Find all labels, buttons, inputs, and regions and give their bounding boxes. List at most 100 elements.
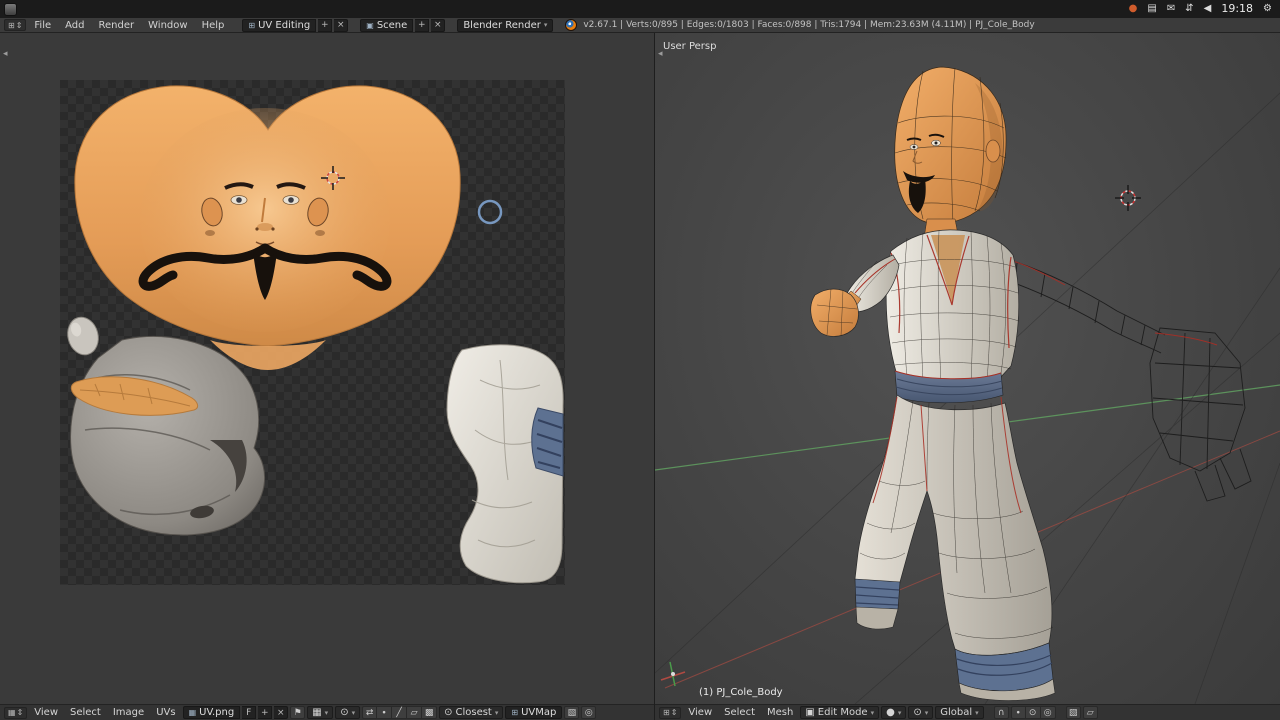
pivot-point-dropdown[interactable]: ⊙ ▾ [908,706,934,719]
unlink-image-button[interactable]: × [274,706,289,719]
display-channels-dropdown[interactable]: ▦ ▾ [307,706,334,719]
status-indicator-icon[interactable]: ● [1129,0,1138,18]
uv-menu-image[interactable]: Image [108,705,149,720]
viewport-shading-dropdown[interactable]: ● ▾ [881,706,907,719]
uv-island-ring [477,199,503,225]
blender-window: ● ▤ ✉ ⇵ ◀ 19:18 ⚙ ⊞ ⇕ File Add Render Wi… [0,0,1280,720]
uv-menu-select[interactable]: Select [65,705,106,720]
chevron-down-icon: ▾ [351,708,356,717]
delete-screen-layout-button[interactable]: × [334,18,349,32]
uv-island-select-button[interactable]: ▩ [422,706,438,719]
left-boot [854,578,901,630]
vp-menu-view[interactable]: View [683,705,717,720]
image-icon: ▦ [312,706,322,718]
render-animation-button[interactable]: ▱ [1082,706,1098,719]
menu-help[interactable]: Help [196,18,231,32]
uv-editor-type-selector[interactable]: ▦ ⇕ [4,706,28,719]
uv-island-shirt [446,344,564,584]
sticky-mode-label: Closest [455,706,492,718]
screen-icon: ⊞ [248,20,256,30]
scene-name: Scene [376,19,408,31]
snap-vertex-button[interactable]: ∙ [1010,706,1026,719]
screen-layout-selector[interactable]: ⊞ UV Editing [242,18,317,32]
clock[interactable]: 19:18 [1221,0,1253,18]
uv-vertex-select-button[interactable]: ∙ [377,706,393,719]
uv-map-selector[interactable]: ⊞ UVMap [505,706,563,719]
pin-image-button[interactable]: ⚑ [290,706,306,719]
scene-icon: ▣ [366,20,374,30]
sticky-selection-dropdown[interactable]: ⊙ Closest ▾ [439,706,504,719]
mail-indicator-icon[interactable]: ✉ [1167,0,1175,18]
proportional-edit-button[interactable]: ◎ [1040,706,1056,719]
uv-map-icon: ⊞ [511,707,519,717]
mode-dropdown[interactable]: ▣ Edit Mode ▾ [800,706,880,719]
uv-menu-uvs[interactable]: UVs [151,705,180,720]
draw-other-objects-button[interactable]: ◎ [581,706,597,719]
vp-menu-select[interactable]: Select [719,705,760,720]
updown-icon: ⇕ [15,20,23,30]
menu-add[interactable]: Add [59,18,90,32]
uv-face-select-button[interactable]: ▱ [407,706,423,719]
snap-target-button[interactable]: ⊙ [1025,706,1041,719]
menu-window[interactable]: Window [142,18,193,32]
system-tray: ● ▤ ✉ ⇵ ◀ 19:18 ⚙ [1129,0,1272,18]
app-icon[interactable] [4,2,17,16]
uv-edge-select-button[interactable]: ╱ [392,706,408,719]
chevron-down-icon: ▾ [897,708,902,717]
uv-canvas[interactable]: ◂ [0,33,654,704]
delete-scene-button[interactable]: × [431,18,446,32]
add-scene-button[interactable]: + [415,18,430,32]
image-icon: ▦ [188,707,197,717]
scene-statistics: v2.67.1 | Verts:0/895 | Edges:0/1803 | F… [583,19,1035,30]
fake-user-button[interactable]: F [242,706,257,719]
info-header: ⊞ ⇕ File Add Render Window Help ⊞ UV Edi… [0,18,1280,33]
chevron-down-icon: ▾ [543,20,548,29]
viewport-canvas[interactable]: ◂ User Persp (1) PJ_Cole_Body [655,33,1280,704]
volume-indicator-icon[interactable]: ◀ [1204,0,1212,18]
new-image-button[interactable]: + [258,706,273,719]
uv-sync-selection-button[interactable]: ⇄ [362,706,378,719]
active-object-label: (1) PJ_Cole_Body [699,687,783,698]
scene-selector[interactable]: ▣ Scene [360,18,414,32]
network-indicator-icon[interactable]: ⇵ [1185,0,1193,18]
viewport-editor-type-selector[interactable]: ⊞ ⇕ [659,706,682,719]
uv-island-egg [67,316,99,356]
uv-island-head [74,85,461,370]
transform-orientation-dropdown[interactable]: Global ▾ [935,706,984,719]
mini-axis-gizmo [660,661,686,687]
updown-icon: ⇕ [670,707,678,717]
viewport-scene [655,66,1280,704]
normalized-coords-button[interactable]: ▧ [564,706,580,719]
blender-logo [565,19,578,31]
snap-magnet-button[interactable]: ∩ [993,706,1009,719]
add-screen-layout-button[interactable]: + [318,18,333,32]
editor-type-selector[interactable]: ⊞ ⇕ [4,19,27,31]
view-name-label: User Persp [663,41,717,52]
viewport-3d-area: ◂ User Persp (1) PJ_Cole_Body ⊞ ⇕ View S… [655,33,1280,720]
region-toggle-arrow-icon[interactable]: ◂ [3,49,8,59]
uv-island-vest [70,335,266,536]
chevron-down-icon: ▾ [494,708,499,717]
screen-layout-name: UV Editing [258,19,311,31]
uv-menu-view[interactable]: View [29,705,63,720]
render-engine-selector[interactable]: Blender Render ▾ [457,18,554,32]
torso [885,229,1020,385]
render-opengl-button[interactable]: ▧ [1065,706,1081,719]
chevron-down-icon: ▾ [870,708,875,717]
image-editor-icon: ▦ [8,707,16,717]
chevron-down-icon: ▾ [324,708,329,717]
mode-label: Edit Mode [817,706,868,718]
uv-image-editor-area: ◂ ▦ ⇕ View Select Image UVs ▦ UV.png F +… [0,33,655,720]
image-datablock-selector[interactable]: ▦ UV.png [182,706,241,719]
uv-pivot-dropdown[interactable]: ⊙ ▾ [335,706,361,719]
session-menu-icon[interactable]: ⚙ [1263,0,1272,18]
menu-render[interactable]: Render [93,18,141,32]
menu-file[interactable]: File [28,18,57,32]
keyboard-indicator-icon[interactable]: ▤ [1147,0,1156,18]
3d-view-icon: ⊞ [663,707,670,717]
uv-editor-header: ▦ ⇕ View Select Image UVs ▦ UV.png F + ×… [0,704,654,720]
snap-target-icon: ⊙ [444,706,453,718]
uv-map-name: UVMap [521,706,557,718]
orientation-label: Global [940,706,973,718]
vp-menu-mesh[interactable]: Mesh [762,705,798,720]
